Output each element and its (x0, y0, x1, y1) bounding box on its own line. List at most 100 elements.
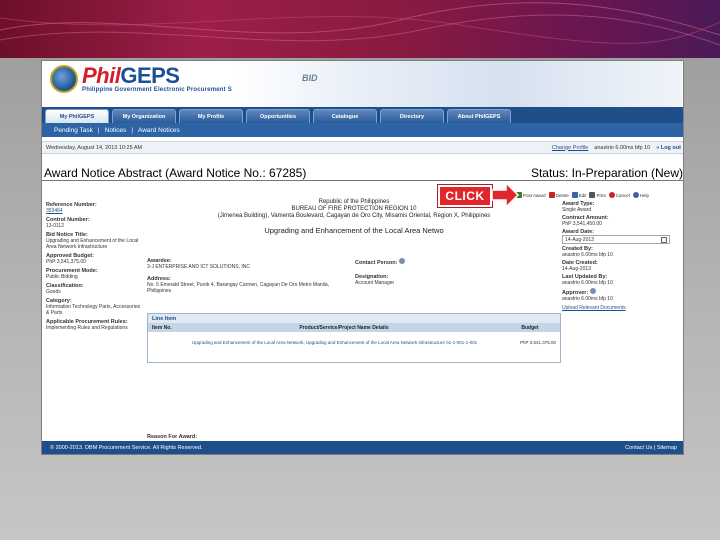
banner: PhilGEPS Philippine Government Electroni… (42, 61, 683, 107)
status-label: Status: In-Preparation (New) (530, 165, 683, 180)
upload-documents-link[interactable]: Upload Relevant Documents (562, 305, 682, 311)
date-created-value: 14-Aug-2013 (562, 266, 591, 272)
sub-nav: Pending Task | Notices | Award Notices (42, 123, 683, 137)
logout-label: Log out (660, 144, 681, 151)
reason-field: Reason For Award: (147, 431, 197, 440)
philgeps-logo[interactable]: PhilGEPS (82, 63, 180, 89)
awardee-value: 3-J ENTERPRISE AND ICT SOLUTIONS, INC (147, 264, 250, 270)
control-number-value: 13-0112 (46, 223, 64, 229)
notice-title: Upgrading and Enhancement of the Local A… (264, 226, 444, 235)
footer-copyright: © 2000-2013. DBM Procurement Service. Al… (50, 445, 203, 451)
cancel-icon (608, 192, 615, 198)
post-award-button[interactable]: Post Award (516, 192, 546, 198)
logo-phil: Phil (82, 63, 121, 88)
tab-my-philgeps[interactable]: My PhilGEPS (45, 109, 109, 123)
approver-value: anastrio 6.00ms bfp 10 (562, 296, 613, 302)
tab-catalogue[interactable]: Catalogue (313, 109, 377, 123)
bid-notice-title-value: Upgrading and Enhancement of the Local A… (46, 238, 139, 250)
print-button[interactable]: Print (589, 192, 606, 198)
slide-header-band (0, 0, 720, 58)
tab-opportunities[interactable]: Opportunities (246, 109, 310, 123)
footer-links[interactable]: Contact Us | Sitemap (625, 445, 677, 451)
left-details-column: Reference Number: 353464 Control Number:… (46, 199, 142, 439)
subnav-separator: | (97, 126, 100, 134)
main-nav: My PhilGEPS My Organization My Profile O… (42, 107, 683, 123)
subnav-notices[interactable]: Notices (105, 127, 127, 134)
agency-line-3: (Jimenea Building), Vamenta Boulevard, C… (217, 213, 491, 219)
click-callout: CLICK (438, 185, 492, 207)
row-details: Upgrading and Enhancement of the Local A… (192, 339, 478, 345)
table-row[interactable]: Upgrading and Enhancement of the Local A… (148, 332, 560, 352)
contact-lookup-icon[interactable] (399, 258, 406, 264)
procurement-rules-value: Implementing Rules and Regulations (46, 325, 128, 331)
info-bar: Wednesday, August 14, 2013 10:25 AM Chan… (42, 141, 683, 154)
procurement-mode-value: Public Bidding (46, 274, 78, 280)
approver-label: Approver: (562, 288, 682, 296)
edit-label: Edit (578, 192, 587, 198)
reason-for-award-label: Reason For Award: (147, 434, 198, 440)
designation-value: Account Manager (355, 280, 395, 286)
approver-lookup-icon[interactable] (589, 288, 596, 294)
award-type-value: Single Award (562, 207, 592, 213)
address-value: No. 5 Emerald Street, Purok 4, Barangay … (147, 282, 330, 294)
change-profile-link[interactable]: Change Profile (552, 145, 588, 151)
last-updated-by-value: anastrio 6.00ms bfp 10 (562, 280, 613, 286)
center-notice-column: Republic of the Philippines BUREAU OF FI… (145, 199, 563, 440)
slide-header-swirls (0, 2, 720, 46)
logout-link[interactable]: » Log out (656, 145, 681, 151)
edit-icon (571, 192, 578, 198)
philgeps-emblem-icon (50, 65, 78, 93)
delete-icon (548, 192, 555, 198)
line-item-header: Line Item (148, 314, 560, 323)
print-icon (589, 192, 596, 198)
edit-button[interactable]: Edit (571, 192, 587, 198)
subnav-pending-task[interactable]: Pending Task (54, 127, 93, 134)
award-date-value: 14-Aug-2013 (565, 236, 594, 243)
cancel-label: Cancel (615, 192, 630, 198)
award-date-input[interactable]: 14-Aug-2013 (562, 235, 670, 244)
post-award-label: Post Award (523, 192, 546, 198)
callout-arrow-icon (491, 181, 520, 209)
tab-my-profile[interactable]: My Profile (179, 109, 243, 123)
tab-my-organization[interactable]: My Organization (112, 109, 176, 123)
line-item-columns: Item No. Product/Service/Project Name De… (148, 323, 560, 332)
col-details: Product/Service/Project Name Details (299, 324, 389, 331)
subnav-separator: | (131, 126, 134, 134)
cancel-button[interactable]: Cancel (608, 192, 630, 198)
classification-value: Goods (46, 289, 61, 295)
delete-label: Delete (555, 192, 569, 198)
banner-bid-text: BID (302, 73, 318, 83)
page-title-bar: Award Notice Abstract (Award Notice No.:… (42, 165, 683, 181)
help-button[interactable]: Help (632, 192, 650, 198)
reference-number-link[interactable]: 353464 (46, 208, 142, 214)
contact-person-label: Contact Person: (355, 258, 475, 266)
tab-directory[interactable]: Directory (380, 109, 444, 123)
help-label: Help (639, 192, 650, 198)
calendar-icon[interactable] (661, 236, 667, 243)
tab-about-philgeps[interactable]: About PhilGEPS (447, 109, 511, 123)
page-title: Award Notice Abstract (Award Notice No.:… (44, 165, 307, 180)
logo-subtitle: Philippine Government Electronic Procure… (82, 87, 251, 93)
delete-button[interactable]: Delete (548, 192, 569, 198)
footer: © 2000-2013. DBM Procurement Service. Al… (42, 441, 683, 454)
current-datetime: Wednesday, August 14, 2013 10:25 AM (46, 144, 143, 151)
line-item-table: Line Item Item No. Product/Service/Proje… (147, 313, 561, 363)
created-by-value: anastrio 6.00ms bfp 10 (562, 252, 613, 258)
user-name: anastrio 6.00ms bfp 10 (594, 144, 651, 151)
right-details-column: Award Type: Single Award Contract Amount… (562, 199, 682, 439)
category-value: Information Technology Parts, Accessorie… (46, 304, 141, 316)
contact-person-text: Contact Person: (355, 260, 398, 266)
subnav-award-notices[interactable]: Award Notices (138, 127, 180, 134)
row-budget: PhP 3,541,375.00 (520, 339, 556, 345)
contact-field: Contact Person: Designation: Account Man… (355, 255, 475, 286)
approved-budget-value: PhP 3,541,375.00 (46, 259, 86, 265)
col-budget: Budget (521, 324, 539, 331)
browser-screenshot: PhilGEPS Philippine Government Electroni… (41, 60, 684, 455)
print-label: Print (596, 192, 606, 198)
logo-geps: GEPS (120, 63, 180, 88)
banner-art: BID (232, 61, 682, 107)
contract-amount-value: PhP 3,541,450.00 (562, 221, 602, 227)
awardee-field: Awardee: 3-J ENTERPRISE AND ICT SOLUTION… (147, 255, 347, 294)
col-item-no: Item No. (152, 324, 172, 331)
help-icon (632, 192, 639, 198)
